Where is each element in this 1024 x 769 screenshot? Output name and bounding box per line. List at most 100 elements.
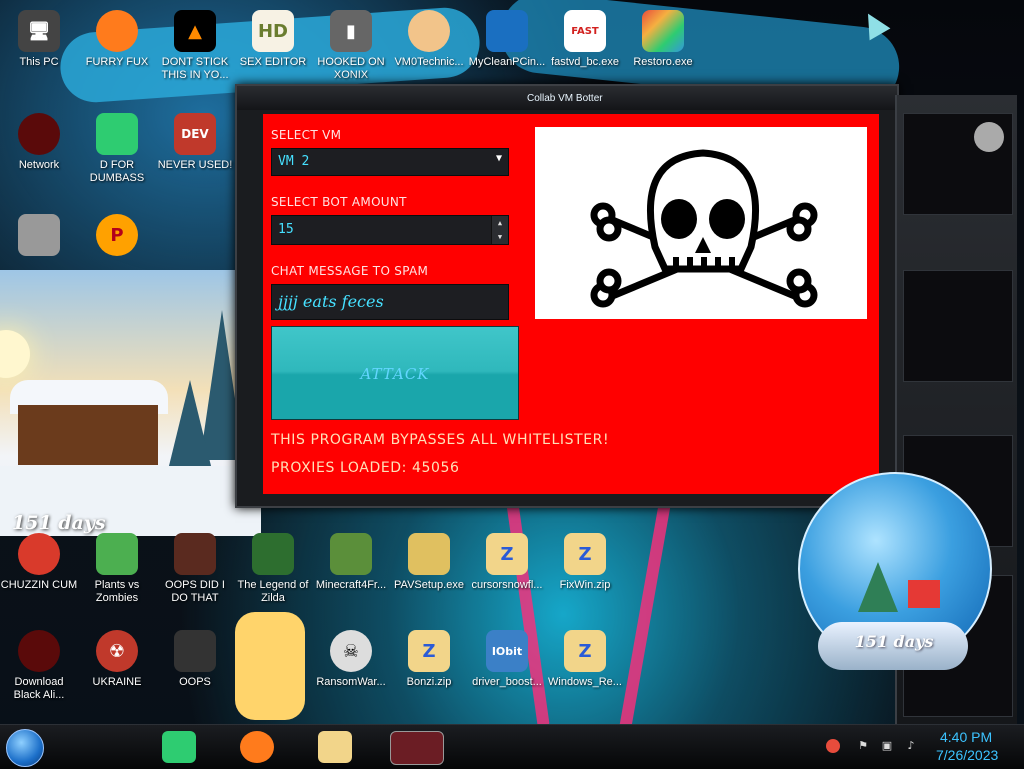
network-status-icon[interactable]: ▣ <box>880 739 894 753</box>
hxd-icon: HD <box>252 10 294 52</box>
spin-up-icon[interactable]: ▲ <box>492 216 508 230</box>
desktop-icon-driver-booster[interactable]: IObit driver_boost... <box>468 630 546 689</box>
zip-folder-icon: Z <box>564 533 606 575</box>
desktop-icon-furry-fux[interactable]: FURRY FUX <box>78 10 156 69</box>
desktop-icon-label: RansomWar... <box>316 676 386 688</box>
desktop-icon-label: cursorsnowfl... <box>471 579 543 591</box>
desktop-icon-d-for-dumbass[interactable]: D FOR DUMBASS <box>78 113 156 185</box>
desktop-icon-plants-vs-zombies[interactable]: Plants vs Zombies <box>78 533 156 605</box>
globe-days-counter: 151 days <box>854 632 934 651</box>
taskbar: ⚑ ▣ ♪ 4:40 PM 7/26/2023 <box>0 724 1024 769</box>
vlc-icon: ▲ <box>174 10 216 52</box>
desktop-icon-chuzzin-cum[interactable]: CHUZZIN CUM <box>0 533 78 592</box>
start-button[interactable] <box>6 729 44 767</box>
skull-crossbones-icon <box>590 149 818 308</box>
chevron-down-icon[interactable]: ▼ <box>496 153 502 164</box>
taskbar-file-explorer-icon[interactable] <box>318 731 352 763</box>
skull-icon: ☠ <box>330 630 372 672</box>
desktop-icon-windows-repair[interactable]: Z Windows_Re... <box>546 630 624 689</box>
taskbar-firefox-icon[interactable] <box>240 731 274 763</box>
desktop-icon-dont-stick[interactable]: ▲ DONT STICK THIS IN YO... <box>156 10 234 82</box>
desktop-icon-mycleanpc[interactable]: MyCleanPCin... <box>468 10 546 69</box>
desktop-icon-label: Windows_Re... <box>548 676 622 688</box>
firefox-icon <box>96 10 138 52</box>
desktop-icon-pavsetup[interactable]: PAVSetup.exe <box>390 533 468 592</box>
desktop-icon-cursorsnowflake[interactable]: Z cursorsnowfl... <box>468 533 546 592</box>
desktop-icon-never-used[interactable]: DEV NEVER USED! <box>156 113 234 172</box>
installer-box-icon <box>408 533 450 575</box>
devcpp-icon: DEV <box>174 113 216 155</box>
desktop-icon-sex-editor[interactable]: HD SEX EDITOR <box>234 10 312 69</box>
desktop-icon-hooked-on-xonix[interactable]: ▮ HOOKED ON XONIX <box>312 10 390 82</box>
desktop-icon-fixwin[interactable]: Z FixWin.zip <box>546 533 624 592</box>
chat-message-input[interactable]: jjjj eats feces <box>271 284 509 320</box>
vm-select-dropdown[interactable]: VM 2 ▼ <box>271 148 509 176</box>
title-bar[interactable]: Collab VM Botter <box>237 86 897 110</box>
desktop-icon-label: Network <box>18 159 60 171</box>
bot-amount-label: SELECT BOT AMOUNT <box>271 195 407 209</box>
pine-tree-graphic <box>168 380 212 470</box>
desktop-icon-restoro[interactable]: Restoro.exe <box>624 10 702 69</box>
gift-box-graphic <box>908 580 940 608</box>
desktop-icon-this-pc[interactable]: 🖥 This PC <box>0 10 78 69</box>
taskbar-spotify-icon[interactable] <box>162 731 196 763</box>
desktop-icon-oops[interactable]: OOPS <box>156 630 234 689</box>
desktop-icon-ransomware[interactable]: ☠ RansomWar... <box>312 630 390 689</box>
window-title: Collab VM Botter <box>527 93 603 104</box>
taskbar-window-thumbnail-icon[interactable] <box>390 731 444 765</box>
clock-gadget <box>903 113 1013 215</box>
collab-vm-botter-window: Collab VM Botter SELECT VM VM 2 ▼ SELECT… <box>235 84 899 508</box>
desktop-icon-label: PAVSetup.exe <box>394 579 464 591</box>
christmas-tree-graphic <box>858 562 898 612</box>
sun-graphic <box>0 330 30 378</box>
bot-amount-value: 15 <box>278 222 294 237</box>
desktop-icon-network[interactable]: Network <box>0 113 78 172</box>
fast-video-icon: FAST <box>564 10 606 52</box>
chuzzle-icon <box>18 533 60 575</box>
link-sprite-icon <box>252 533 294 575</box>
desktop-icon-fastvd[interactable]: FAST fastvd_bc.exe <box>546 10 624 69</box>
desktop-icon-label: The Legend of Zilda <box>237 579 309 604</box>
doctor-icon <box>408 10 450 52</box>
desktop-icon-p[interactable]: P <box>78 214 156 260</box>
alien-icon <box>18 630 60 672</box>
clock-time[interactable]: 4:40 PM <box>940 729 992 745</box>
network-icon <box>18 113 60 155</box>
desktop-icon-download-black-alien[interactable]: Download Black Ali... <box>0 630 78 702</box>
tray-app-icon[interactable] <box>826 739 840 753</box>
desktop-icon-label: DONT STICK THIS IN YO... <box>161 56 229 81</box>
select-vm-label: SELECT VM <box>271 128 342 142</box>
desktop-icon-ukraine[interactable]: ☢ UKRAINE <box>78 630 156 689</box>
attack-button[interactable]: ATTACK <box>271 326 519 420</box>
spin-buttons: ▲ ▼ <box>491 216 508 244</box>
spin-down-icon[interactable]: ▼ <box>492 230 508 244</box>
desktop-icon-label: fastvd_bc.exe <box>551 56 619 68</box>
attack-button-label: ATTACK <box>360 365 430 383</box>
desktop-icon-label: driver_boost... <box>472 676 542 688</box>
desktop-icon-label: D FOR DUMBASS <box>89 159 145 184</box>
britney-icon <box>174 533 216 575</box>
desktop-icon-legend-of-zilda[interactable]: The Legend of Zilda <box>234 533 312 605</box>
desktop-icon-oops-did-i[interactable]: OOPS DID I DO THAT <box>156 533 234 605</box>
vm-select-value: VM 2 <box>278 154 310 169</box>
desktop-icon-recycle[interactable] <box>0 214 78 260</box>
p-logo-icon: P <box>96 214 138 256</box>
cartoon-character-decoration <box>235 612 305 720</box>
proxies-loaded: PROXIES LOADED: 45056 <box>271 460 460 476</box>
background-stripe <box>617 480 675 740</box>
days-counter: 151 days <box>12 512 106 534</box>
flag-icon[interactable]: ⚑ <box>856 739 870 753</box>
bot-amount-stepper[interactable]: 15 ▲ ▼ <box>271 215 509 245</box>
desktop-icon-vm0technic[interactable]: VM0Technic... <box>390 10 468 69</box>
cpu-gadget <box>903 270 1013 382</box>
computer-icon: 🖥 <box>18 10 60 52</box>
clock-date[interactable]: 7/26/2023 <box>936 747 998 763</box>
xonix-icon: ▮ <box>330 10 372 52</box>
desktop-icon-label: Minecraft4Fr... <box>315 579 387 591</box>
chat-message-label: CHAT MESSAGE TO SPAM <box>271 264 429 278</box>
desktop-icon-label: HOOKED ON XONIX <box>317 56 385 81</box>
volume-icon[interactable]: ♪ <box>904 739 918 753</box>
desktop-icon-bonzi[interactable]: Z Bonzi.zip <box>390 630 468 689</box>
desktop-icon-minecraft[interactable]: Minecraft4Fr... <box>312 533 390 592</box>
snow-countdown-widget: 151 days <box>0 270 261 536</box>
